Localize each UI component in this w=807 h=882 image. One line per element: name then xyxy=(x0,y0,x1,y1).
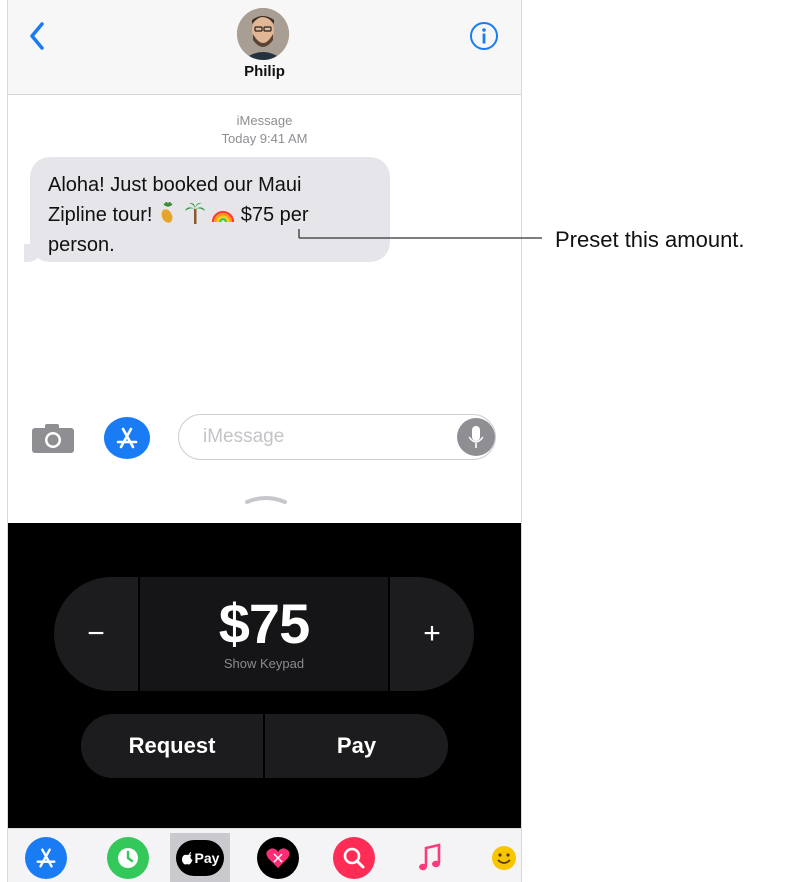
messages-screen: Philip iMessage Today 9:41 AM Aloha! Jus… xyxy=(7,0,522,882)
pay-button[interactable]: Pay xyxy=(265,714,448,778)
dictation-button[interactable] xyxy=(457,418,495,456)
chevron-left-icon xyxy=(30,22,44,50)
amount-stepper: − $75 Show Keypad + xyxy=(54,577,474,691)
increase-amount-button[interactable]: + xyxy=(390,577,474,691)
pineapple-emoji xyxy=(158,201,184,226)
app-store-icon xyxy=(25,837,67,879)
amount-display[interactable]: $75 Show Keypad xyxy=(140,577,388,691)
message-timestamp: Today 9:41 AM xyxy=(221,131,308,146)
message-line: Zipline tour! $75 per xyxy=(48,200,372,230)
decrease-amount-button[interactable]: − xyxy=(54,577,138,691)
rainbow-emoji xyxy=(211,204,241,226)
callout-leader-line xyxy=(298,229,542,239)
music-note-icon xyxy=(409,837,451,879)
message-text: Zipline tour! xyxy=(48,204,153,226)
conversation-header: Philip xyxy=(8,0,521,95)
drawer-app-store[interactable] xyxy=(16,833,76,882)
request-button[interactable]: Request xyxy=(81,714,263,778)
apple-pay-icon: Pay xyxy=(176,840,224,876)
incoming-message-bubble[interactable]: Aloha! Just booked our Maui Zipline tour… xyxy=(30,157,390,262)
app-drawer: Pay xyxy=(8,828,521,882)
imessage-input[interactable] xyxy=(178,414,496,460)
callout-text: Preset this amount. xyxy=(555,227,745,252)
app-store-icon xyxy=(116,427,138,449)
apple-pay-label: Pay xyxy=(194,850,220,866)
service-label: iMessage xyxy=(236,113,293,128)
drawer-animoji[interactable] xyxy=(474,833,521,882)
app-store-button[interactable] xyxy=(104,417,150,459)
drawer-music[interactable] xyxy=(400,833,460,882)
microphone-icon xyxy=(468,426,484,448)
drawer-handle[interactable] xyxy=(241,492,291,506)
back-button[interactable] xyxy=(22,18,52,54)
drawer-digital-touch[interactable] xyxy=(248,833,308,882)
pay-actions: Request Pay xyxy=(81,714,448,778)
heart-icon xyxy=(257,837,299,879)
info-icon xyxy=(470,22,498,50)
chevron-handle-icon xyxy=(245,496,287,504)
message-line: Aloha! Just booked our Maui xyxy=(48,174,302,196)
smiley-icon xyxy=(483,837,521,879)
contact-name[interactable]: Philip xyxy=(8,63,521,80)
drawer-clock[interactable] xyxy=(98,833,158,882)
clock-icon xyxy=(107,837,149,879)
amount-value: $75 xyxy=(218,592,310,655)
apple-pay-panel: − $75 Show Keypad + Request Pay xyxy=(8,523,521,828)
palm-tree-emoji xyxy=(184,202,212,226)
info-button[interactable] xyxy=(468,20,500,52)
show-keypad-hint[interactable]: Show Keypad xyxy=(140,656,388,671)
search-icon xyxy=(333,837,375,879)
avatar-photo xyxy=(237,8,289,60)
amount-in-message: $75 per xyxy=(240,204,309,226)
camera-button[interactable] xyxy=(30,420,76,456)
drawer-image-search[interactable] xyxy=(324,833,384,882)
camera-icon xyxy=(32,424,74,453)
contact-avatar[interactable] xyxy=(237,8,289,60)
drawer-apple-pay[interactable]: Pay xyxy=(170,833,230,882)
